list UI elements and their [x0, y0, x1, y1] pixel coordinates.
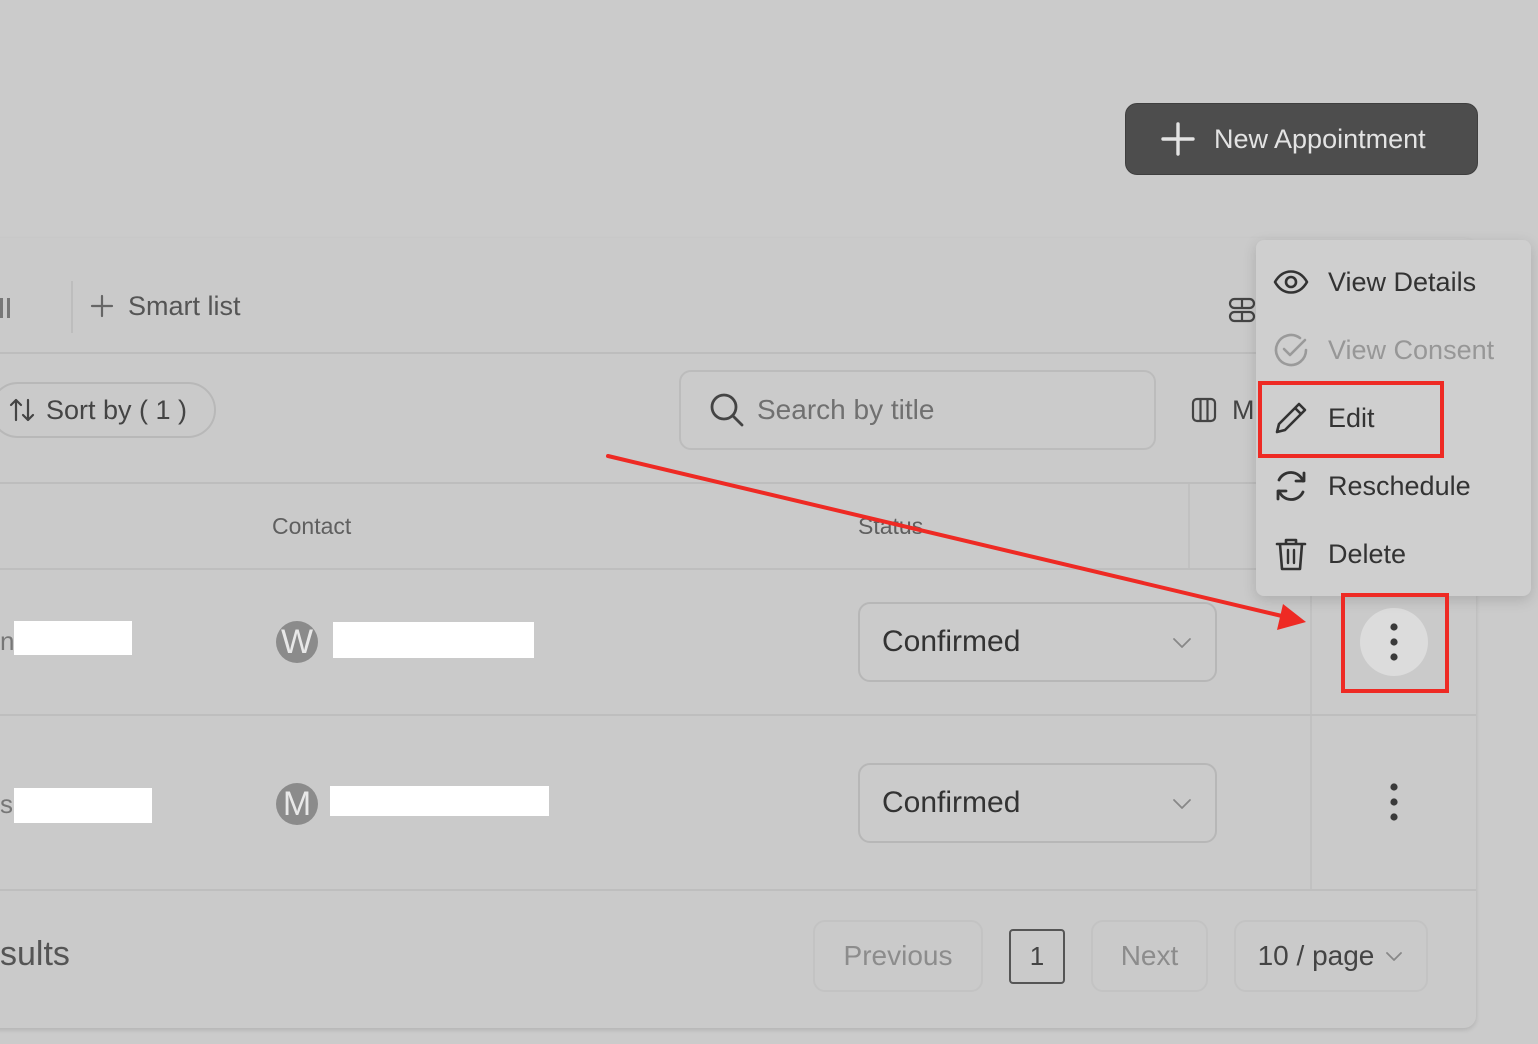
- redacted-contact-name: [330, 786, 549, 816]
- check-circle-icon: [1274, 333, 1308, 367]
- status-value: Confirmed: [882, 625, 1021, 658]
- plus-icon: [1161, 122, 1195, 156]
- filters-divider: [0, 482, 1476, 484]
- table-bottom-divider: [0, 889, 1476, 891]
- contact-avatar: M: [276, 783, 318, 825]
- manage-columns-button[interactable]: M: [1190, 393, 1255, 427]
- menu-item-label: Reschedule: [1328, 470, 1471, 501]
- menu-item-reschedule[interactable]: Reschedule: [1272, 464, 1471, 508]
- menu-item-label: Delete: [1328, 538, 1407, 569]
- annotation-highlight-actions-button: [1341, 593, 1449, 693]
- menu-item-view-details[interactable]: View Details: [1272, 260, 1476, 304]
- search-icon: [710, 393, 744, 427]
- sort-by-button[interactable]: Sort by ( 1 ): [0, 382, 216, 438]
- redacted-title: [14, 621, 132, 655]
- row-actions-button[interactable]: [1360, 768, 1428, 836]
- column-header-contact: Contact: [272, 513, 352, 539]
- redacted-title: [14, 788, 152, 823]
- filter-settings-icon[interactable]: [1228, 296, 1256, 324]
- page-number-button[interactable]: 1: [1009, 929, 1065, 984]
- chevron-down-icon: [1173, 638, 1191, 648]
- search-input[interactable]: Search by title: [679, 370, 1156, 450]
- columns-icon: [1191, 397, 1217, 423]
- previous-page-button[interactable]: Previous: [813, 920, 983, 992]
- row-title-fragment: s: [0, 789, 13, 819]
- next-page-button[interactable]: Next: [1091, 920, 1208, 992]
- contact-avatar: W: [276, 621, 318, 663]
- status-select[interactable]: Confirmed: [858, 602, 1217, 682]
- header-divider: [0, 568, 1476, 570]
- search-placeholder: Search by title: [757, 394, 935, 425]
- new-appointment-button[interactable]: New Appointment: [1125, 103, 1478, 175]
- column-header-status: Status: [858, 513, 924, 539]
- tab-all-fragment[interactable]: [0, 290, 16, 324]
- header-column-divider: [1188, 484, 1190, 568]
- actions-column-divider: [1310, 570, 1312, 890]
- status-select[interactable]: Confirmed: [858, 763, 1217, 843]
- tabs-divider: [0, 352, 1476, 354]
- menu-item-label: View Consent: [1328, 334, 1495, 365]
- manage-columns-label: M: [1232, 394, 1255, 425]
- menu-item-view-consent[interactable]: View Consent: [1272, 328, 1494, 372]
- menu-item-delete[interactable]: Delete: [1272, 532, 1406, 576]
- smart-list-button[interactable]: Smart list: [90, 286, 241, 326]
- row-title-fragment: n: [0, 626, 15, 656]
- menu-item-label: View Details: [1328, 266, 1477, 297]
- annotation-highlight-edit: [1258, 381, 1444, 458]
- chevron-down-icon: [1386, 952, 1403, 961]
- sort-by-label: Sort by ( 1 ): [46, 394, 188, 425]
- redacted-contact-name: [333, 622, 534, 658]
- chevron-down-icon: [1173, 799, 1191, 809]
- sort-arrows-icon: [9, 398, 35, 422]
- row-divider: [0, 714, 1476, 716]
- eye-icon: [1273, 270, 1309, 294]
- status-value: Confirmed: [882, 786, 1021, 819]
- page-size-value: 10 / page: [1257, 940, 1375, 971]
- plus-icon: [90, 294, 114, 318]
- results-count: sults: [0, 935, 70, 973]
- refresh-icon: [1276, 471, 1306, 501]
- more-vertical-icon: [1390, 783, 1398, 821]
- page-size-select[interactable]: 10 / page: [1234, 920, 1428, 992]
- tab-separator: [71, 281, 73, 333]
- smart-list-label: Smart list: [128, 290, 241, 321]
- new-appointment-label: New Appointment: [1214, 123, 1426, 154]
- appointments-card: [0, 238, 1476, 1028]
- trash-icon: [1275, 538, 1307, 571]
